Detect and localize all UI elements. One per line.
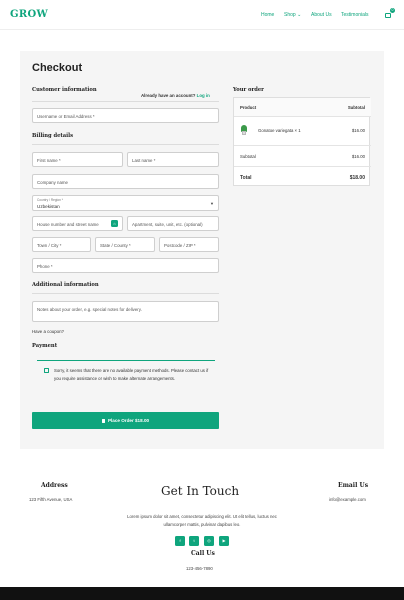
- subtotal-label: Subtotal: [240, 154, 256, 159]
- company-placeholder: Company name: [37, 179, 68, 185]
- payment-notice-text: Sorry, it seems that there are no availa…: [54, 368, 209, 381]
- autofill-icon[interactable]: ⌂: [111, 220, 118, 227]
- country-select[interactable]: Country / Region * Uzbekistan ▼: [32, 195, 219, 211]
- plant-pot: [242, 131, 246, 135]
- footer-bottom-bar: [0, 587, 404, 600]
- table-header-row: Product Subtotal: [234, 98, 371, 116]
- page-title: Checkout: [32, 62, 83, 74]
- product-price: $16.00: [351, 128, 365, 133]
- state-input[interactable]: State / County *: [95, 237, 155, 252]
- postcode-input[interactable]: Postcode / ZIP *: [159, 237, 219, 252]
- total-value: $18.00: [349, 175, 365, 181]
- last-name-input[interactable]: Last name *: [127, 152, 219, 167]
- city-placeholder: Town / City *: [37, 242, 62, 248]
- total-row: Total $18.00: [234, 166, 371, 187]
- first-name-input[interactable]: First name *: [32, 152, 123, 167]
- column-product: Product: [240, 105, 257, 110]
- street-input[interactable]: House number and street name: [32, 216, 123, 231]
- footer-address-title: Address: [41, 482, 68, 489]
- footer-touch-text-line2: ullamcorper mattis, pulvinar dapibus leo…: [163, 522, 241, 527]
- account-prompt: Already have an account? Log in: [141, 93, 210, 98]
- place-order-label: Place Order $18.00: [107, 418, 150, 423]
- additional-info-heading: Additional information: [32, 282, 99, 288]
- company-input[interactable]: Company name: [32, 174, 219, 189]
- login-link[interactable]: Log in: [197, 93, 210, 98]
- column-subtotal: Subtotal: [347, 105, 365, 110]
- payment-notice-bar: [37, 360, 215, 362]
- first-name-placeholder: First name *: [37, 157, 61, 163]
- nav-shop[interactable]: Shop ⌄: [284, 12, 301, 18]
- last-name-placeholder: Last name *: [132, 157, 156, 163]
- youtube-icon[interactable]: ▶: [219, 536, 229, 546]
- nav-home[interactable]: Home: [261, 12, 274, 18]
- country-label: Country / Region *: [37, 198, 64, 202]
- footer-touch-text-line1: Lorem ipsum dolor sit amet, consectetur …: [127, 514, 277, 519]
- your-order-heading: Your order: [233, 87, 264, 93]
- nav-about[interactable]: About Us: [311, 12, 332, 18]
- order-summary-table: Product Subtotal Gonatoe variegata × 1 $…: [233, 97, 371, 187]
- customer-info-heading: Customer information: [32, 87, 97, 93]
- site-header: GROW Home Shop ⌄ About Us Testimonials 0: [0, 0, 404, 30]
- username-placeholder: Username or Email Address *: [37, 113, 95, 119]
- notes-placeholder: Notes about your order, e.g. special not…: [37, 306, 142, 312]
- lock-icon: [101, 419, 105, 423]
- total-label: Total: [240, 175, 252, 181]
- product-name: Gonatoe variegata × 1: [258, 128, 301, 133]
- instagram-icon[interactable]: ◎: [204, 536, 214, 546]
- username-input[interactable]: Username or Email Address *: [32, 108, 219, 123]
- payment-heading: Payment: [32, 343, 58, 349]
- account-prompt-text: Already have an account?: [141, 93, 196, 98]
- order-notes-textarea[interactable]: Notes about your order, e.g. special not…: [32, 301, 219, 322]
- billing-heading: Billing details: [32, 133, 74, 139]
- subtotal-row: Subtotal $16.00: [234, 145, 371, 166]
- footer-touch-title: Get In Touch: [161, 484, 240, 498]
- product-thumbnail[interactable]: [240, 125, 248, 135]
- facebook-icon[interactable]: f: [175, 536, 185, 546]
- table-row: Gonatoe variegata × 1 $16.00: [234, 116, 371, 145]
- country-value: Uzbekistan: [37, 203, 60, 209]
- subtotal-value: $16.00: [351, 154, 365, 159]
- apartment-input[interactable]: Apartment, suite, unit, etc. (optional): [127, 216, 219, 231]
- footer-call-title: Call Us: [191, 550, 215, 557]
- twitter-icon[interactable]: t: [189, 536, 199, 546]
- calendar-icon: [44, 368, 49, 373]
- footer-email-title: Email Us: [338, 482, 369, 489]
- cart-count-badge: 0: [390, 8, 395, 13]
- street-placeholder: House number and street name: [37, 221, 99, 227]
- postcode-placeholder: Postcode / ZIP *: [164, 242, 196, 248]
- divider: [32, 144, 219, 145]
- state-placeholder: State / County *: [100, 242, 131, 248]
- divider: [32, 101, 219, 102]
- footer-phone[interactable]: 123-456-7890: [186, 566, 213, 571]
- place-order-button[interactable]: Place Order $18.00: [32, 412, 219, 429]
- chevron-down-icon: ▼: [210, 201, 214, 206]
- cart-button[interactable]: 0: [385, 8, 395, 18]
- cart-icon: [385, 13, 391, 18]
- city-input[interactable]: Town / City *: [32, 237, 91, 252]
- apartment-placeholder: Apartment, suite, unit, etc. (optional): [132, 221, 203, 227]
- phone-placeholder: Phone *: [37, 263, 53, 269]
- coupon-link[interactable]: Have a coupon?: [32, 329, 64, 334]
- divider: [32, 293, 219, 294]
- site-logo[interactable]: GROW: [10, 9, 48, 20]
- nav-testimonials[interactable]: Testimonials: [341, 12, 369, 18]
- phone-input[interactable]: Phone *: [32, 258, 219, 273]
- footer-email[interactable]: info@example.com: [329, 497, 366, 502]
- footer-address: 123 Fifth Avenue, USA: [29, 497, 73, 502]
